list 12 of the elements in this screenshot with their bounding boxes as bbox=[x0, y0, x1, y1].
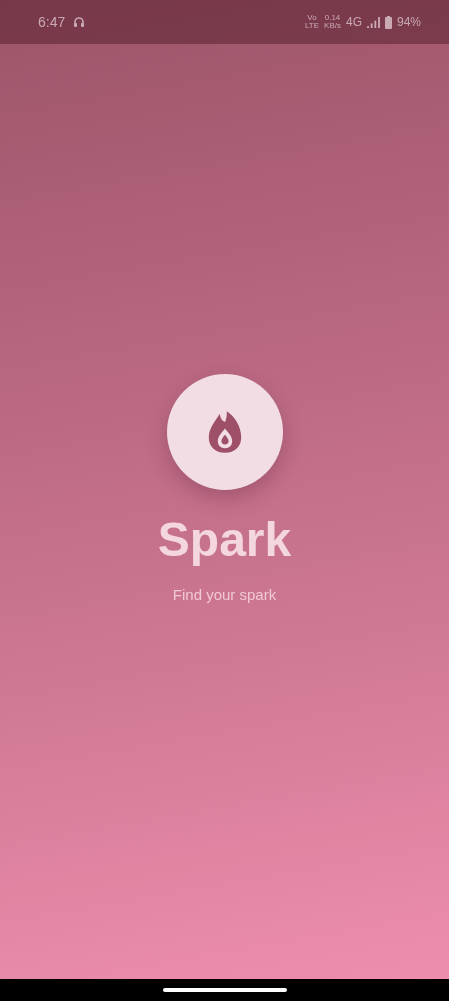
signal-icon bbox=[366, 16, 380, 28]
headphones-icon bbox=[73, 16, 86, 28]
network-speed: 0.14 KB/s bbox=[324, 14, 341, 30]
app-title: Spark bbox=[157, 512, 292, 568]
network-type: 4G bbox=[345, 15, 362, 29]
home-indicator[interactable] bbox=[162, 988, 287, 992]
tagline: Find your spark bbox=[172, 586, 277, 603]
flame-icon bbox=[206, 410, 243, 454]
clock-time: 6:47 bbox=[38, 14, 66, 30]
volte-indicator: Vo LTE bbox=[304, 14, 320, 30]
battery-percent: 94% bbox=[396, 15, 421, 29]
battery-icon bbox=[384, 15, 392, 29]
